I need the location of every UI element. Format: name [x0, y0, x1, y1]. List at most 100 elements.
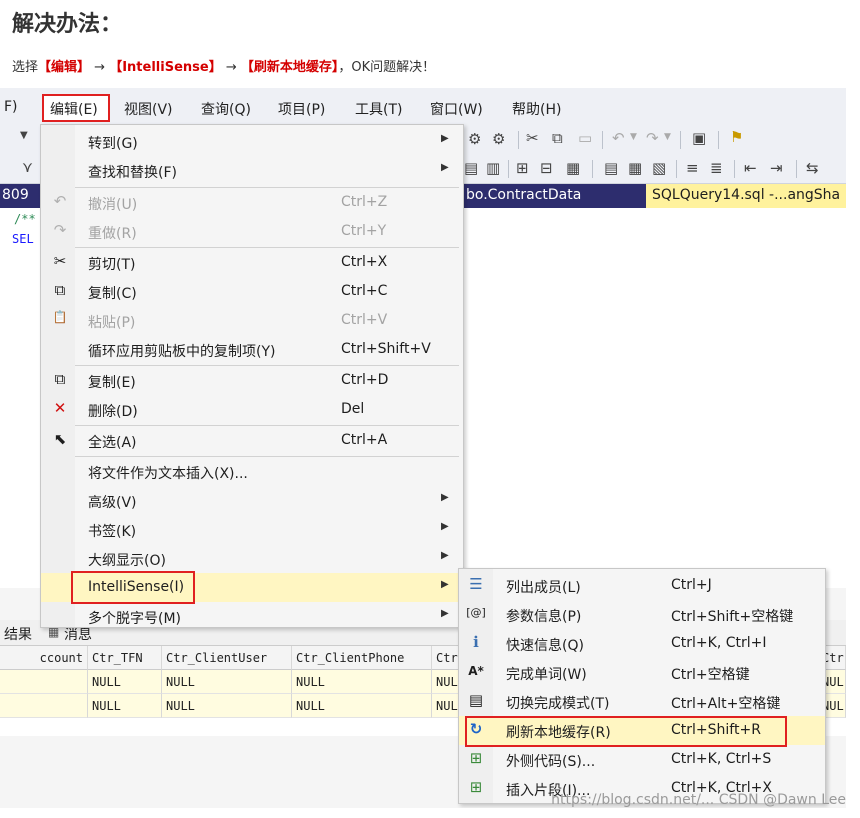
- grid-header-cell[interactable]: Ctr_ClientPhone: [292, 646, 432, 670]
- specify-values-icon[interactable]: ⇆: [806, 159, 819, 177]
- refresh-cache-highlight: [465, 716, 787, 747]
- instr-arrow-2: →: [225, 60, 237, 75]
- grid-cell[interactable]: [0, 670, 88, 694]
- copy-icon[interactable]: ⧉: [552, 129, 563, 147]
- instr-step-refresh: 【刷新本地缓存】: [240, 60, 339, 75]
- article-heading: 解决办法：: [12, 12, 123, 37]
- toolbar-separator: [718, 131, 719, 149]
- redo-icon[interactable]: ↷: [646, 129, 659, 147]
- instr-prefix: 选择: [12, 60, 39, 75]
- menu-project[interactable]: 项目(P): [278, 99, 325, 119]
- menu-view[interactable]: 视图(V): [124, 99, 173, 119]
- delete-x-icon: ✕: [53, 399, 67, 417]
- dropdown-arrow-icon[interactable]: ▼: [20, 130, 28, 141]
- menu-file[interactable]: F): [4, 99, 18, 115]
- results-to-text-icon[interactable]: ▤: [464, 159, 478, 177]
- paste-icon[interactable]: ▭: [578, 129, 592, 147]
- menu-bar: F) 编辑(E) 视图(V) 查询(Q) 项目(P) 工具(T) 窗口(W) 帮…: [0, 88, 846, 126]
- mdx-query-icon[interactable]: ⚙: [468, 130, 481, 148]
- undo-icon: ↶: [53, 192, 67, 210]
- toolbar-separator: [734, 160, 735, 178]
- tab-sqlquery14[interactable]: SQLQuery14.sql -...angSha: [646, 184, 846, 208]
- submenu-arrow-icon: ▶: [441, 550, 449, 561]
- results-file-icon[interactable]: ▧: [652, 159, 666, 177]
- grid-cell[interactable]: NULL: [88, 694, 162, 718]
- menu-window[interactable]: 窗口(W): [430, 99, 483, 119]
- decrease-indent-icon[interactable]: ⇤: [744, 159, 757, 177]
- menu-item-cut[interactable]: ✂ 剪切(T) Ctrl+X: [41, 248, 463, 277]
- menu-item-delete[interactable]: ✕ 删除(D) Del: [41, 395, 463, 424]
- activity-monitor-icon[interactable]: ▣: [692, 129, 706, 147]
- cut-icon[interactable]: ✂: [526, 129, 539, 147]
- grid-header-cell[interactable]: ccount: [0, 646, 88, 670]
- menu-item-goto[interactable]: 转到(G) ▶: [41, 127, 463, 156]
- undo-dropdown-icon[interactable]: ▼: [630, 132, 637, 142]
- results-to-grid-icon[interactable]: ▥: [486, 159, 500, 177]
- menu-edit[interactable]: 编辑(E): [50, 99, 98, 119]
- surround-with-icon: ⊞: [469, 749, 483, 767]
- menu-item-copy[interactable]: ⧉ 复制(C) Ctrl+C: [41, 277, 463, 306]
- menu-help[interactable]: 帮助(H): [512, 99, 561, 119]
- menu-tools[interactable]: 工具(T): [355, 99, 402, 119]
- menu-item-duplicate[interactable]: ⧉ 复制(E) Ctrl+D: [41, 366, 463, 395]
- menu-item-redo[interactable]: ↷ 重做(R) Ctrl+Y: [41, 217, 463, 246]
- intellisense-submenu: ☰ 列出成员(L) Ctrl+J [@] 参数信息(P) Ctrl+Shift+…: [458, 568, 826, 804]
- results-text-icon[interactable]: ▤: [604, 159, 618, 177]
- instr-step-intellisense: 【IntelliSense】: [109, 60, 222, 75]
- menu-item-surround-with[interactable]: ⊞ 外侧代码(S)... Ctrl+K, Ctrl+S: [459, 745, 825, 774]
- tab-contract-data[interactable]: bo.ContractData: [466, 184, 581, 208]
- menu-query[interactable]: 查询(Q): [201, 99, 251, 119]
- menu-item-insert-file[interactable]: 将文件作为文本插入(X)...: [41, 457, 463, 486]
- menu-item-quick-info[interactable]: ℹ 快速信息(Q) Ctrl+K, Ctrl+I: [459, 629, 825, 658]
- menu-item-toggle-completion[interactable]: ▤ 切换完成模式(T) Ctrl+Alt+空格键: [459, 687, 825, 716]
- insert-snippet-icon: ⊞: [469, 778, 483, 796]
- duplicate-icon: ⧉: [54, 370, 66, 388]
- grid-cell[interactable]: NULL: [88, 670, 162, 694]
- grid-header-cell[interactable]: Ctr_TFN: [88, 646, 162, 670]
- menu-item-complete-word[interactable]: A* 完成单词(W) Ctrl+空格键: [459, 658, 825, 687]
- grid-cell[interactable]: [0, 694, 88, 718]
- menu-item-parameter-info[interactable]: [@] 参数信息(P) Ctrl+Shift+空格键: [459, 600, 825, 629]
- menu-item-paste[interactable]: 📋 粘贴(P) Ctrl+V: [41, 306, 463, 335]
- menu-item-multi-caret[interactable]: 多个脱字号(M) ▶: [41, 602, 463, 631]
- menu-item-undo[interactable]: ↶ 撤消(U) Ctrl+Z: [41, 188, 463, 217]
- toolbar-overflow-icon[interactable]: ⋎: [22, 158, 33, 176]
- redo-dropdown-icon[interactable]: ▼: [664, 132, 671, 142]
- parameter-info-icon: [@]: [466, 606, 486, 619]
- tab-fragment[interactable]: 809: [2, 184, 29, 208]
- menu-item-list-members[interactable]: ☰ 列出成员(L) Ctrl+J: [459, 571, 825, 600]
- edit-menu-dropdown: 转到(G) ▶ 查找和替换(F) ▶ ↶ 撤消(U) Ctrl+Z ↷ 重做(R…: [40, 124, 464, 628]
- watermark: https://blog.csdn.net/... CSDN @Dawn Lee: [551, 792, 846, 808]
- comment-icon[interactable]: ≡: [686, 159, 699, 177]
- toolbar-separator: [676, 160, 677, 178]
- code-select-line: SEL: [12, 232, 34, 246]
- results-grid-icon[interactable]: ▦: [628, 159, 642, 177]
- instr-step-edit: 【编辑】: [38, 60, 91, 75]
- menu-item-outlining[interactable]: 大纲显示(O) ▶: [41, 544, 463, 573]
- grid-cell[interactable]: NULL: [162, 670, 292, 694]
- increase-indent-icon[interactable]: ⇥: [770, 159, 783, 177]
- estimated-plan-icon[interactable]: ⊞: [516, 159, 529, 177]
- submenu-arrow-icon: ▶: [441, 521, 449, 532]
- menu-item-bookmarks[interactable]: 书签(K) ▶: [41, 515, 463, 544]
- grid-cell[interactable]: NULL: [292, 694, 432, 718]
- menu-item-cycle-clipboard[interactable]: 循环应用剪贴板中的复制项(Y) Ctrl+Shift+V: [41, 335, 463, 364]
- uncomment-icon[interactable]: ≣: [710, 159, 723, 177]
- tab-results[interactable]: 结果: [4, 624, 32, 644]
- toolbar-separator: [602, 131, 603, 149]
- grid-cell[interactable]: NULL: [292, 670, 432, 694]
- dax-query-icon[interactable]: ⚙: [492, 130, 505, 148]
- grid-header-cell[interactable]: Ctr_ClientUser: [162, 646, 292, 670]
- query-options-icon[interactable]: ⊟: [540, 159, 553, 177]
- toggle-completion-icon: ▤: [468, 691, 484, 709]
- menu-item-find-replace[interactable]: 查找和替换(F) ▶: [41, 156, 463, 185]
- undo-icon[interactable]: ↶: [612, 129, 625, 147]
- submenu-arrow-icon: ▶: [441, 133, 449, 144]
- menu-item-select-all[interactable]: ⬉ 全选(A) Ctrl+A: [41, 426, 463, 455]
- include-plan-icon[interactable]: ▦: [566, 159, 580, 177]
- instr-arrow-1: →: [94, 60, 106, 75]
- find-icon[interactable]: ⚑: [730, 128, 743, 146]
- grid-cell[interactable]: NULL: [162, 694, 292, 718]
- toolbar-separator: [796, 160, 797, 178]
- menu-item-advanced[interactable]: 高级(V) ▶: [41, 486, 463, 515]
